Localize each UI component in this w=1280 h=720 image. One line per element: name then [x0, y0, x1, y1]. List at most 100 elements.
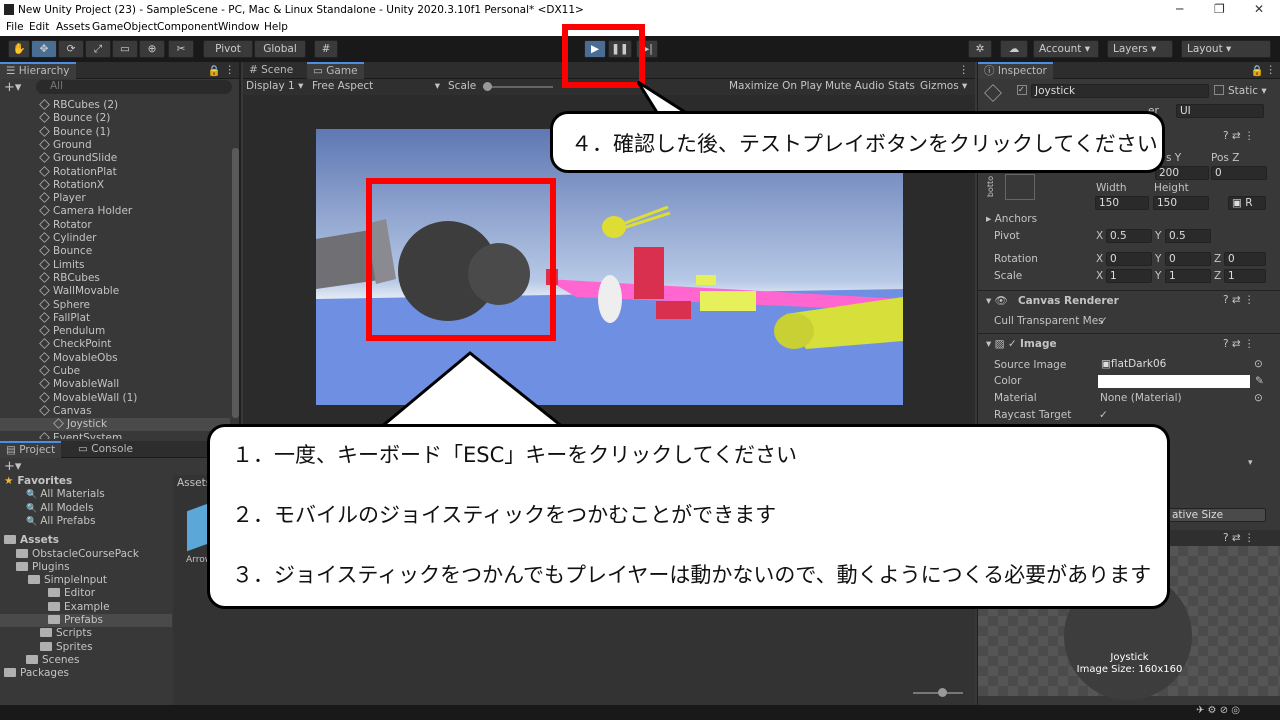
- scale-x-field[interactable]: 1: [1106, 269, 1152, 283]
- maximize-on-play-toggle[interactable]: Maximize On Play: [729, 80, 822, 92]
- hierarchy-item[interactable]: Cube: [39, 365, 80, 378]
- menu-assets[interactable]: Assets: [56, 21, 90, 33]
- hierarchy-item[interactable]: Bounce (1): [39, 126, 110, 139]
- hierarchy-item[interactable]: RBCubes: [39, 272, 100, 285]
- hierarchy-item[interactable]: Camera Holder: [39, 205, 132, 218]
- snap-icon[interactable]: #: [314, 40, 338, 58]
- hierarchy-item[interactable]: MovableObs: [39, 352, 118, 365]
- project-tree-item[interactable]: SimpleInput: [0, 574, 172, 587]
- project-tree-item[interactable]: Scripts: [0, 627, 172, 640]
- account-dropdown[interactable]: Account ▾: [1033, 40, 1099, 58]
- panel-menu-icon[interactable]: ⋮: [959, 64, 970, 76]
- hierarchy-item[interactable]: Cylinder: [39, 232, 96, 245]
- tab-game[interactable]: ▭ Game: [307, 62, 364, 79]
- material-picker-icon[interactable]: ⊙: [1254, 392, 1263, 404]
- scale-tool-icon[interactable]: ⤢: [85, 40, 111, 58]
- collab-icon[interactable]: ✲: [968, 40, 992, 58]
- hierarchy-item[interactable]: Bounce (2): [39, 112, 110, 125]
- maximize-icon[interactable]: ❐: [1214, 2, 1225, 16]
- hierarchy-item[interactable]: GroundSlide: [39, 152, 117, 165]
- display-dropdown[interactable]: Display 1 ▾: [246, 80, 303, 92]
- hierarchy-item[interactable]: Pendulum: [39, 325, 105, 338]
- hierarchy-item[interactable]: RotationX: [39, 179, 104, 192]
- hierarchy-item[interactable]: Limits: [39, 259, 85, 272]
- layers-dropdown[interactable]: Layers ▾: [1107, 40, 1173, 58]
- more-menu-icon[interactable]: ⋮: [225, 64, 236, 76]
- tab-project[interactable]: ▤ Project: [0, 441, 62, 458]
- gizmos-dropdown[interactable]: Gizmos ▾: [920, 80, 967, 92]
- move-tool-icon[interactable]: ✥: [31, 40, 57, 58]
- rot-x-field[interactable]: 0: [1106, 252, 1152, 266]
- anchors-foldout[interactable]: ▸ Anchors: [986, 213, 1037, 225]
- tab-hierarchy[interactable]: ☰ Hierarchy: [0, 62, 76, 79]
- layout-dropdown[interactable]: Layout ▾: [1181, 40, 1271, 58]
- width-field[interactable]: 150: [1095, 196, 1149, 210]
- menu-edit[interactable]: Edit: [29, 21, 49, 33]
- scale-y-field[interactable]: 1: [1165, 269, 1211, 283]
- project-add-icon[interactable]: +▾: [4, 459, 21, 474]
- hierarchy-item[interactable]: Sphere: [39, 299, 90, 312]
- project-tree-item[interactable]: ObstacleCoursePack: [0, 548, 172, 561]
- object-picker-icon[interactable]: ⊙: [1254, 358, 1263, 370]
- hierarchy-item[interactable]: FallPlat: [39, 312, 90, 325]
- hierarchy-item[interactable]: Player: [39, 192, 86, 205]
- stats-toggle[interactable]: Stats: [888, 80, 915, 92]
- hierarchy-item[interactable]: Bounce: [39, 245, 92, 258]
- hierarchy-item[interactable]: Ground: [39, 139, 92, 152]
- project-tree-item[interactable]: Assets: [0, 534, 172, 547]
- hierarchy-item[interactable]: Joystick: [0, 418, 230, 432]
- pivot-button[interactable]: Pivot: [203, 40, 253, 58]
- menu-window[interactable]: Window: [218, 21, 259, 33]
- layer-dropdown[interactable]: UI: [1176, 104, 1264, 118]
- hierarchy-item[interactable]: MovableWall: [39, 378, 119, 391]
- raycast-checkbox[interactable]: ✓: [1099, 409, 1108, 421]
- image-header[interactable]: ▾ ▨ ✓ Image: [986, 338, 1057, 350]
- global-button[interactable]: Global: [254, 40, 306, 58]
- inspector-lock-icon[interactable]: 🔒: [1251, 64, 1264, 77]
- mute-audio-toggle[interactable]: Mute Audio: [825, 80, 884, 92]
- static-checkbox[interactable]: [1214, 85, 1224, 95]
- scale-z-field[interactable]: 1: [1224, 269, 1266, 283]
- hierarchy-search[interactable]: All: [36, 80, 232, 94]
- hierarchy-item[interactable]: MovableWall (1): [39, 392, 137, 405]
- hierarchy-item[interactable]: RotationPlat: [39, 166, 117, 179]
- height-field[interactable]: 150: [1153, 196, 1209, 210]
- status-icons[interactable]: ✈ ⚙ ⊘ ◎: [1196, 705, 1240, 716]
- active-checkbox[interactable]: ✓: [1017, 85, 1027, 95]
- hierarchy-item[interactable]: Rotator: [39, 219, 92, 232]
- minimize-icon[interactable]: ─: [1176, 2, 1183, 16]
- component-menu-icons[interactable]: ? ⇄ ⋮: [1223, 130, 1255, 142]
- transform-tool-icon[interactable]: ⊕: [139, 40, 165, 58]
- aspect-dropdown[interactable]: Free Aspect ▾: [312, 80, 440, 92]
- project-tree-item[interactable]: 🔍 All Materials: [0, 488, 172, 501]
- cull-checkbox[interactable]: ✓: [1099, 315, 1108, 327]
- preview-menu[interactable]: ? ⇄ ⋮: [1223, 532, 1255, 544]
- source-image-field[interactable]: ▣flatDark06: [1098, 358, 1248, 372]
- rot-z-field[interactable]: 0: [1224, 252, 1266, 266]
- color-swatch[interactable]: [1098, 375, 1250, 388]
- static-dropdown[interactable]: Static ▾: [1228, 85, 1267, 97]
- hierarchy-scrollbar[interactable]: [232, 148, 239, 418]
- eyedropper-icon[interactable]: ✎: [1255, 375, 1264, 387]
- pos-z-field[interactable]: 0: [1211, 166, 1267, 180]
- project-tree-item[interactable]: Sprites: [0, 641, 172, 654]
- object-name-field[interactable]: Joystick: [1031, 84, 1209, 98]
- hierarchy-item[interactable]: EventSystem: [39, 432, 122, 439]
- project-tree-item[interactable]: Editor: [0, 587, 172, 600]
- project-tree-item[interactable]: 🔍 All Prefabs: [0, 515, 172, 528]
- image-menu[interactable]: ? ⇄ ⋮: [1223, 338, 1255, 350]
- hierarchy-item[interactable]: CheckPoint: [39, 338, 111, 351]
- project-tree-item[interactable]: ★ Favorites: [0, 475, 172, 488]
- canvas-renderer-header[interactable]: ▾ 👁 Canvas Renderer: [986, 294, 1119, 307]
- close-icon[interactable]: ✕: [1254, 2, 1264, 16]
- menu-component[interactable]: Component: [157, 21, 218, 33]
- inspector-menu-icon[interactable]: ⋮: [1266, 64, 1277, 76]
- image-type-dropdown[interactable]: ▾: [1248, 458, 1268, 472]
- hierarchy-item[interactable]: WallMovable: [39, 285, 119, 298]
- project-tree-item[interactable]: 🔍 All Models: [0, 502, 172, 515]
- cloud-icon[interactable]: ☁: [1000, 40, 1028, 58]
- hierarchy-item[interactable]: RBCubes (2): [39, 99, 118, 112]
- material-value[interactable]: None (Material): [1100, 392, 1182, 404]
- menu-gameobject[interactable]: GameObject: [92, 21, 157, 33]
- rotate-tool-icon[interactable]: ⟳: [58, 40, 84, 58]
